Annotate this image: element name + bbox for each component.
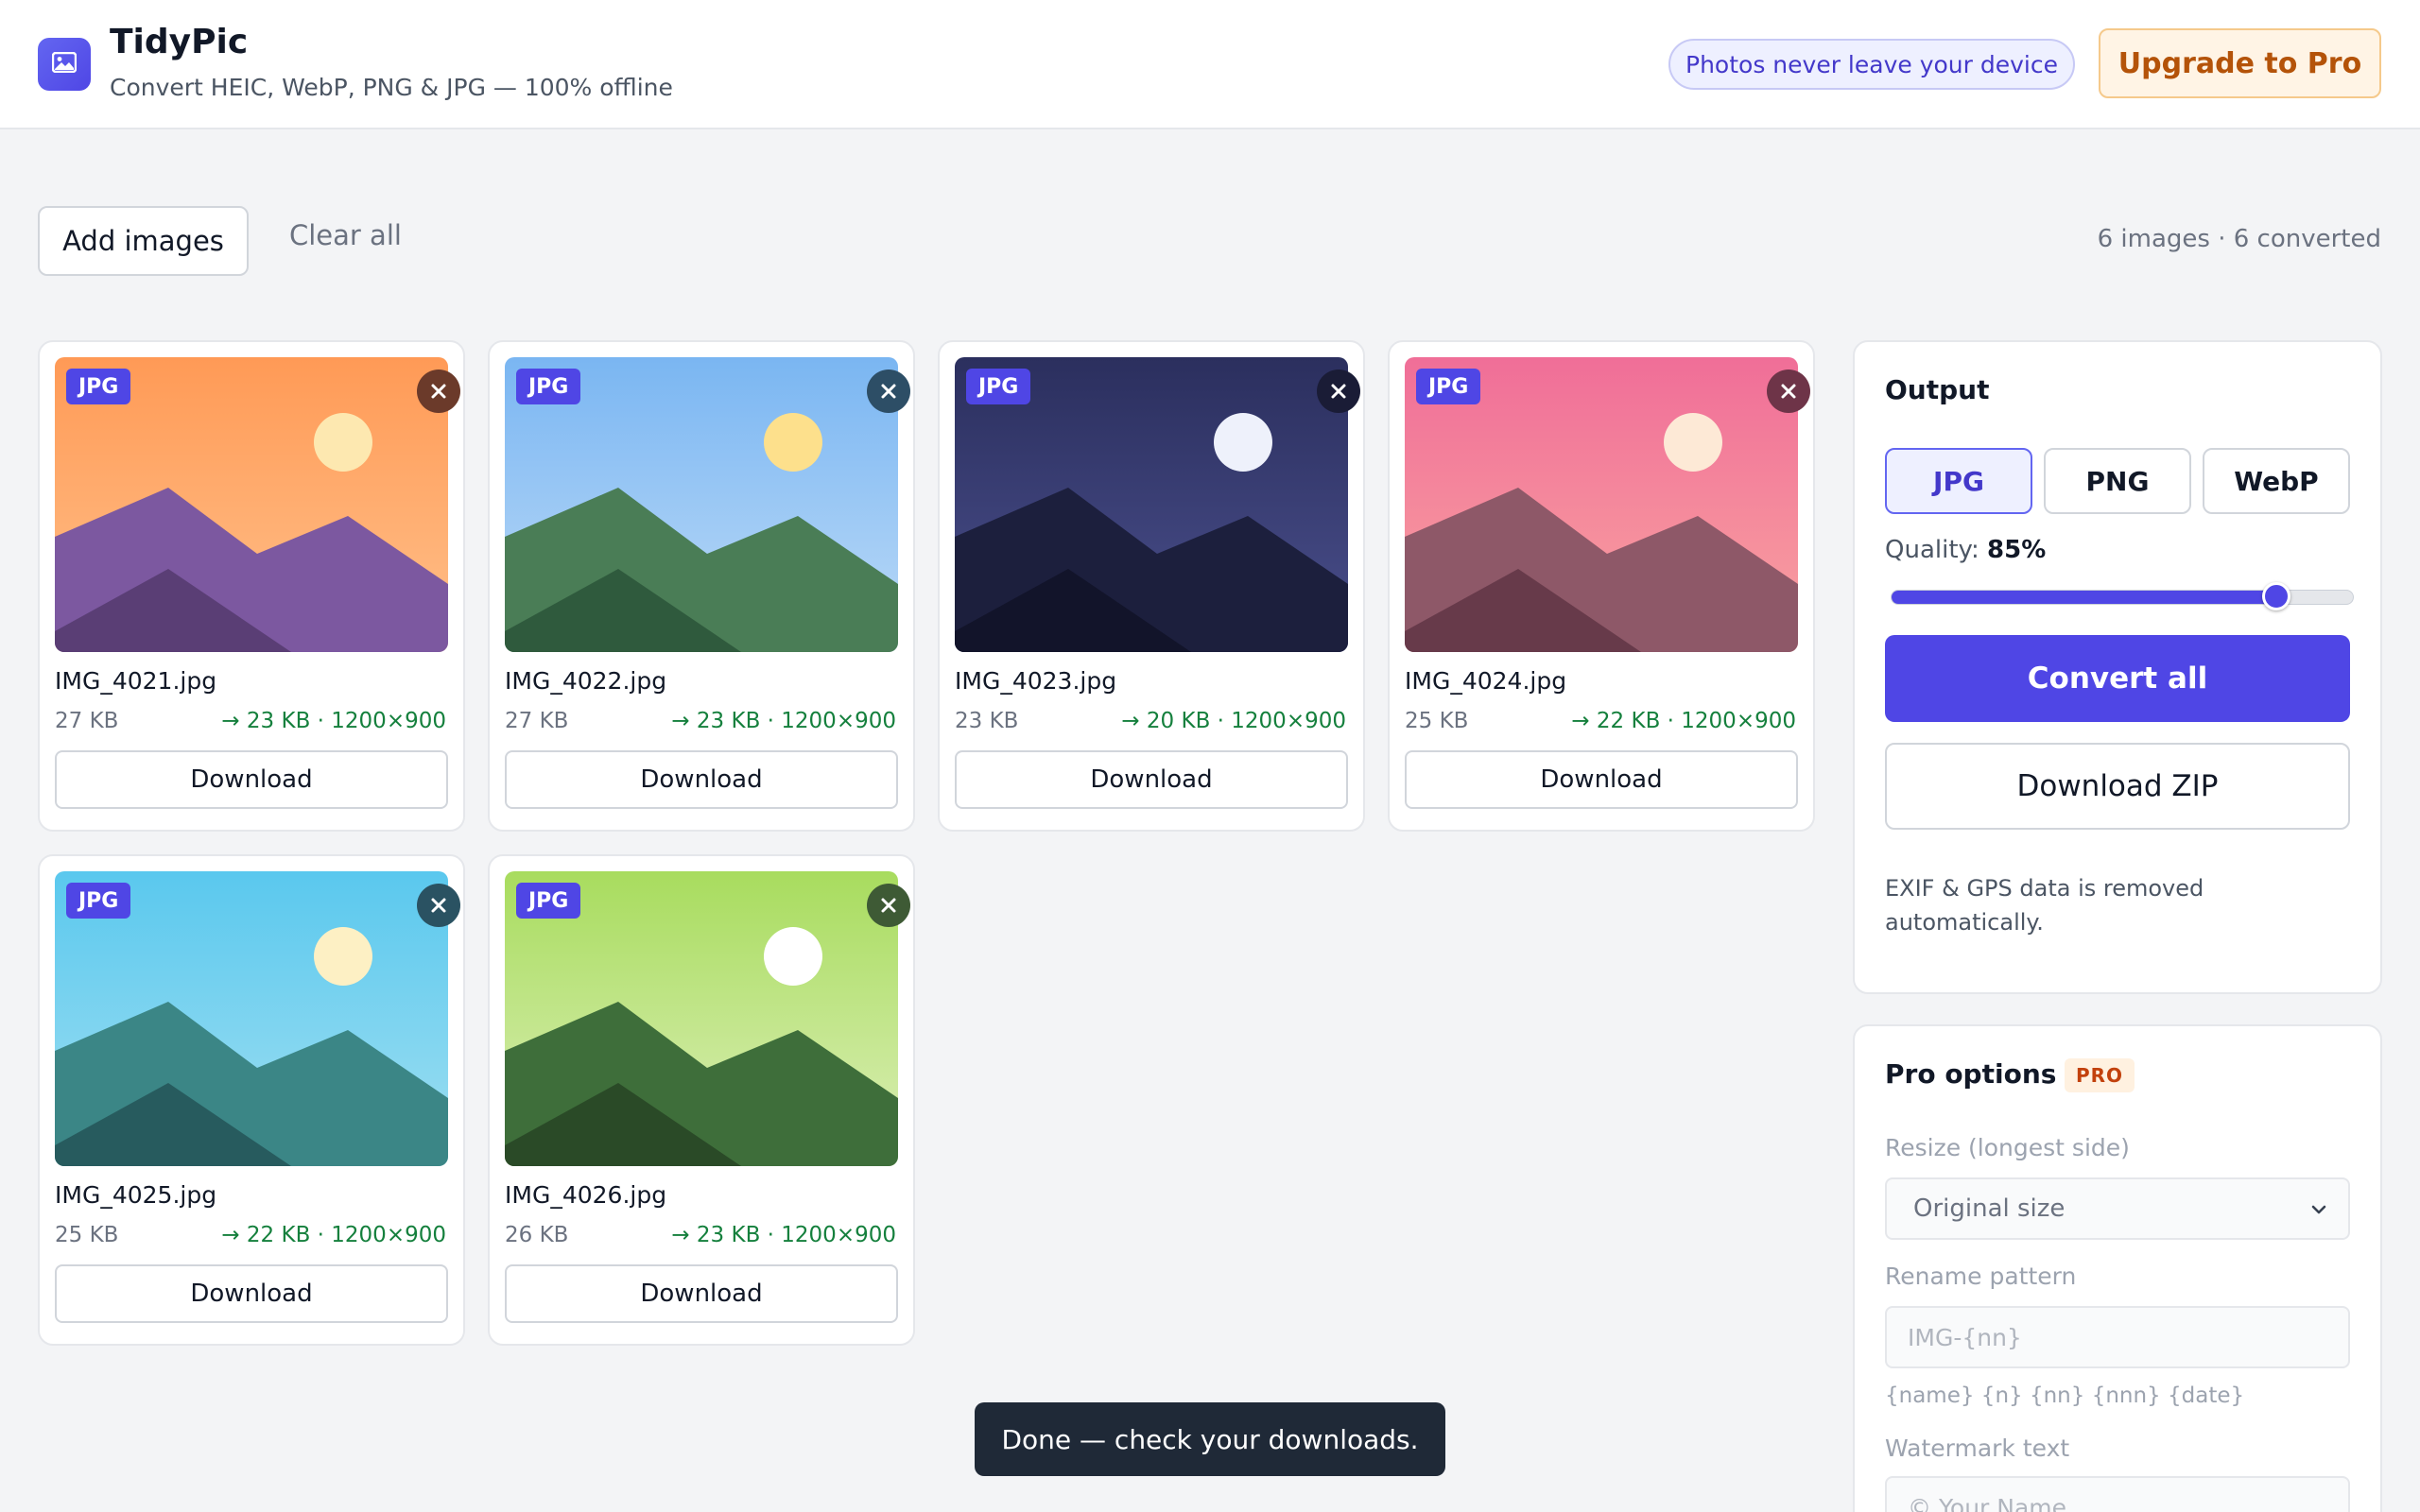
close-icon[interactable] [1767,369,1810,413]
privacy-badge: Photos never leave your device [1668,39,2075,90]
image-card: JPG IMG_4022.jpg 27 KB → 23 KB · 1200×90… [488,340,915,832]
original-size: 25 KB [1405,709,1469,733]
rename-pattern-hint: {name} {n} {nn} {nnn} {date} [1885,1383,2245,1408]
original-size: 27 KB [55,709,119,733]
format-badge: JPG [66,883,131,919]
exif-note: EXIF & GPS data is removed automatically… [1885,875,2204,936]
converted-size: → 22 KB · 1200×900 [221,1223,446,1247]
watermark-label: Watermark text [1885,1435,2070,1462]
pro-options-title: Pro options [1885,1058,2057,1090]
close-icon[interactable] [867,369,910,413]
image-card: JPG IMG_4021.jpg 27 KB → 23 KB · 1200×90… [38,340,465,832]
image-count-status: 6 images · 6 converted [2097,225,2381,253]
format-badge: JPG [1416,369,1481,404]
resize-label: Resize (longest side) [1885,1134,2130,1161]
pro-options-panel: Pro options PRO Resize (longest side) Or… [1853,1024,2382,1512]
download-button[interactable]: Download [505,1264,898,1323]
upgrade-to-pro-button[interactable]: Upgrade to Pro [2099,28,2381,98]
format-png-button[interactable]: PNG [2044,448,2191,514]
add-images-button[interactable]: Add images [38,206,249,276]
close-icon[interactable] [1317,369,1360,413]
image-card: JPG IMG_4025.jpg 25 KB → 22 KB · 1200×90… [38,854,465,1346]
close-icon[interactable] [867,884,910,927]
original-size: 25 KB [55,1223,119,1247]
resize-select-value: Original size [1913,1194,2066,1223]
image-card: JPG IMG_4023.jpg 23 KB → 20 KB · 1200×90… [938,340,1365,832]
toast-notification: Done — check your downloads. [975,1402,1445,1476]
download-zip-button[interactable]: Download ZIP [1885,743,2350,830]
format-badge: JPG [516,369,581,404]
image-icon [51,51,78,77]
original-size: 23 KB [955,709,1019,733]
download-button[interactable]: Download [505,750,898,809]
download-button[interactable]: Download [55,1264,448,1323]
resize-select[interactable]: Original size [1885,1177,2350,1240]
chevron-down-icon [2308,1198,2329,1227]
output-panel-title: Output [1885,374,1990,405]
app-header: TidyPic Convert HEIC, WebP, PNG & JPG — … [0,0,2420,129]
format-badge: JPG [966,369,1031,404]
app-logo [38,38,91,91]
image-filename: IMG_4021.jpg [55,667,217,695]
converted-size: → 20 KB · 1200×900 [1121,709,1346,733]
original-size: 27 KB [505,709,569,733]
download-button[interactable]: Download [955,750,1348,809]
watermark-input[interactable] [1885,1476,2350,1512]
quality-label: Quality: 85% [1885,536,2046,564]
quality-slider-fill [1892,591,2286,604]
converted-size: → 22 KB · 1200×900 [1571,709,1796,733]
quality-value: 85% [1987,536,2047,564]
format-jpg-button[interactable]: JPG [1885,448,2032,514]
close-icon[interactable] [417,369,460,413]
quality-slider-thumb[interactable] [2262,582,2290,610]
format-webp-button[interactable]: WebP [2203,448,2350,514]
rename-pattern-label: Rename pattern [1885,1263,2077,1290]
image-filename: IMG_4025.jpg [55,1181,217,1209]
image-card: JPG IMG_4026.jpg 26 KB → 23 KB · 1200×90… [488,854,915,1346]
download-button[interactable]: Download [55,750,448,809]
output-panel: Output JPG PNG WebP Quality: 85% Convert… [1853,340,2382,994]
image-filename: IMG_4022.jpg [505,667,667,695]
convert-all-button[interactable]: Convert all [1885,635,2350,722]
image-card: JPG IMG_4024.jpg 25 KB → 22 KB · 1200×90… [1388,340,1815,832]
app-title: TidyPic [110,23,249,61]
converted-size: → 23 KB · 1200×900 [671,1223,896,1247]
close-icon[interactable] [417,884,460,927]
app-subtitle: Convert HEIC, WebP, PNG & JPG — 100% off… [110,74,673,101]
quality-label-text: Quality: [1885,536,1979,564]
pro-badge: PRO [2065,1058,2135,1092]
original-size: 26 KB [505,1223,569,1247]
converted-size: → 23 KB · 1200×900 [671,709,896,733]
image-filename: IMG_4026.jpg [505,1181,667,1209]
image-filename: IMG_4023.jpg [955,667,1117,695]
clear-all-button[interactable]: Clear all [289,219,402,251]
format-badge: JPG [66,369,131,404]
rename-pattern-input[interactable] [1885,1306,2350,1368]
download-button[interactable]: Download [1405,750,1798,809]
converted-size: → 23 KB · 1200×900 [221,709,446,733]
image-filename: IMG_4024.jpg [1405,667,1567,695]
format-badge: JPG [516,883,581,919]
